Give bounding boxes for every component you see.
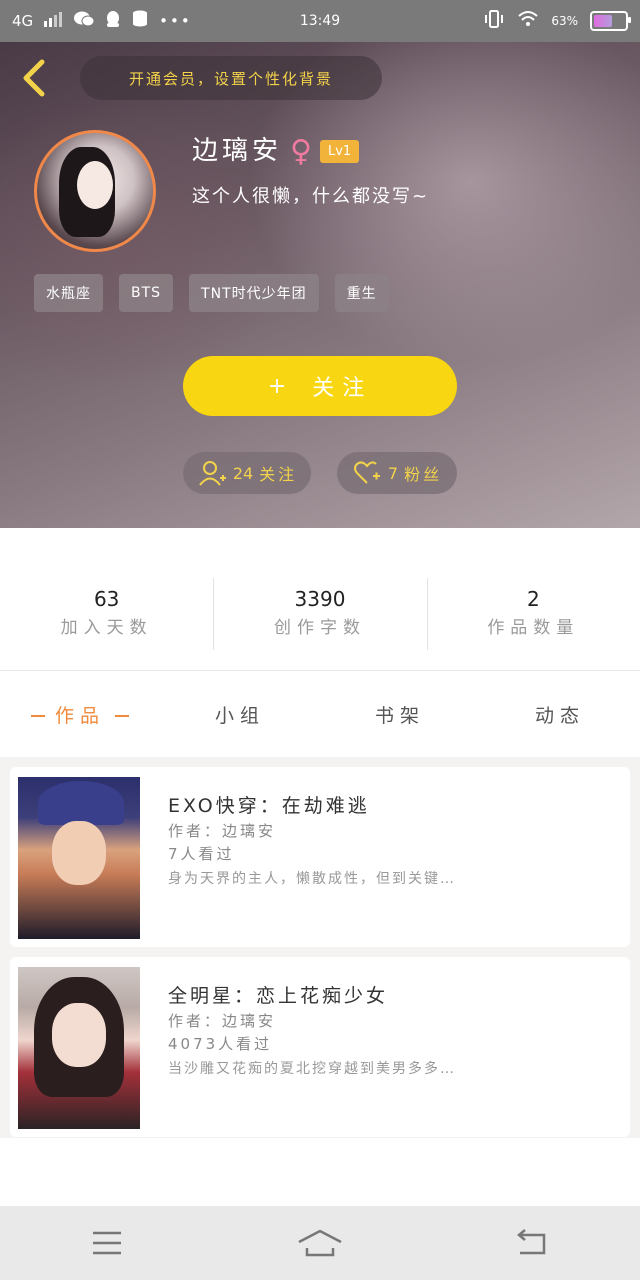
- profile-header: 开通会员，设置个性化背景 边璃安 ♀ Lv1 这个人很懒，什么都没写~ 水瓶座 …: [0, 42, 640, 528]
- stat-label: 作品数量: [487, 617, 580, 638]
- tab-label: 小组: [214, 704, 265, 727]
- tab-label: 书架: [374, 704, 425, 727]
- stat-works-count: 2 作品数量: [426, 528, 640, 670]
- work-cover: [18, 777, 140, 939]
- user-bio: 这个人很懒，什么都没写~: [192, 186, 430, 207]
- tab-indicator-right: [115, 715, 129, 717]
- followers-count: 7: [387, 463, 399, 483]
- work-views: 7人看过: [168, 845, 235, 863]
- level-badge: Lv1: [320, 140, 360, 163]
- tab-label: 动态: [534, 704, 585, 727]
- tab-works[interactable]: 作品: [0, 701, 160, 728]
- tab-feed[interactable]: 动态: [480, 701, 640, 728]
- work-title: EXO快穿：在劫难逃: [168, 795, 370, 817]
- works-list: EXO快穿：在劫难逃 作者：边璃安 7人看过 身为天界的主人，懒散成性，但到关键…: [10, 767, 630, 1147]
- work-author: 作者：边璃安: [168, 822, 277, 840]
- status-bar: 4G ••• 13:49 63%: [0, 0, 640, 42]
- stat-word-count: 3390 创作字数: [213, 528, 426, 670]
- stat-label: 加入天数: [60, 617, 153, 638]
- tab-shelf[interactable]: 书架: [320, 701, 480, 728]
- followers-label: 粉丝: [404, 465, 443, 484]
- follow-button-label: 关注: [312, 376, 373, 401]
- status-right: 63%: [483, 9, 631, 33]
- plus-icon: +: [267, 373, 287, 399]
- cover-hat: [38, 781, 124, 825]
- tag-item[interactable]: 水瓶座: [34, 274, 103, 312]
- back-button[interactable]: [14, 56, 58, 100]
- avatar[interactable]: [34, 130, 156, 252]
- cover-face: [52, 1003, 106, 1067]
- followers-button[interactable]: 7 粉丝: [337, 452, 457, 494]
- tag-item[interactable]: 重生: [334, 274, 389, 312]
- home-icon: [298, 1229, 342, 1257]
- nav-back-button[interactable]: [503, 1221, 563, 1265]
- following-label: 关注: [259, 465, 298, 484]
- qq-icon: [105, 10, 121, 32]
- nav-home-button[interactable]: [290, 1221, 350, 1265]
- stat-label: 创作字数: [273, 617, 366, 638]
- gender-female-icon: ♀: [290, 134, 312, 169]
- tab-indicator-left: [30, 715, 45, 717]
- signal-icon: [43, 11, 63, 31]
- vip-banner-button[interactable]: 开通会员，设置个性化背景: [80, 56, 382, 100]
- work-views: 4073人看过: [168, 1035, 273, 1053]
- more-icon: •••: [159, 12, 192, 30]
- work-cover: [18, 967, 140, 1129]
- vip-banner-label: 开通会员，设置个性化背景: [128, 69, 333, 88]
- tag-item[interactable]: TNT时代少年团: [189, 274, 319, 312]
- user-name: 边璃安: [192, 136, 283, 166]
- stats-row: 63 加入天数 3390 创作字数 2 作品数量: [0, 528, 640, 671]
- list-footer-space: [0, 1138, 640, 1206]
- network-label: 4G: [12, 12, 34, 30]
- work-info: EXO快穿：在劫难逃 作者：边璃安 7人看过 身为天界的主人，懒散成性，但到关键…: [168, 791, 610, 888]
- work-card[interactable]: 全明星：恋上花痴少女 作者：边璃安 4073人看过 当沙雕又花痴的夏北挖穿越到美…: [10, 957, 630, 1137]
- tab-group[interactable]: 小组: [160, 701, 320, 728]
- heart-plus-icon: [353, 461, 380, 484]
- following-button[interactable]: 24 关注: [183, 452, 311, 494]
- work-description: 当沙雕又花痴的夏北挖穿越到美男多多…: [168, 1061, 456, 1077]
- work-info: 全明星：恋上花痴少女 作者：边璃安 4073人看过 当沙雕又花痴的夏北挖穿越到美…: [168, 981, 610, 1078]
- following-count: 24: [232, 463, 254, 483]
- tab-label: 作品: [54, 704, 105, 727]
- database-icon: [131, 10, 149, 32]
- follow-button[interactable]: + 关注: [183, 356, 457, 416]
- work-description: 身为天界的主人，懒散成性，但到关键…: [168, 871, 456, 887]
- wifi-icon: [517, 10, 539, 32]
- tag-list: 水瓶座 BTS TNT时代少年团 重生: [34, 274, 389, 312]
- menu-icon: [92, 1231, 121, 1255]
- work-title: 全明星：恋上花痴少女: [168, 985, 389, 1007]
- tab-bar: 作品 小组 书架 动态: [0, 671, 640, 757]
- status-left: 4G •••: [12, 10, 192, 32]
- battery-icon: [590, 11, 631, 31]
- back-arrow-icon: [517, 1229, 546, 1255]
- stat-value: 2: [526, 586, 540, 611]
- user-plus-icon: [199, 461, 226, 486]
- work-author: 作者：边璃安: [168, 1012, 277, 1030]
- nav-menu-button[interactable]: [77, 1221, 137, 1265]
- vibrate-icon: [483, 9, 505, 33]
- stat-join-days: 63 加入天数: [0, 528, 213, 670]
- chevron-left-icon: [23, 59, 45, 97]
- work-card[interactable]: EXO快穿：在劫难逃 作者：边璃安 7人看过 身为天界的主人，懒散成性，但到关键…: [10, 767, 630, 947]
- cover-face: [52, 821, 106, 885]
- name-row: 边璃安 ♀ Lv1: [192, 130, 360, 169]
- wechat-icon: [73, 10, 95, 32]
- stat-value: 3390: [294, 586, 346, 611]
- tag-item[interactable]: BTS: [119, 274, 174, 312]
- system-nav-bar: [0, 1206, 640, 1280]
- battery-percent: 63%: [551, 14, 578, 28]
- avatar-face: [77, 161, 113, 209]
- stat-value: 63: [93, 586, 120, 611]
